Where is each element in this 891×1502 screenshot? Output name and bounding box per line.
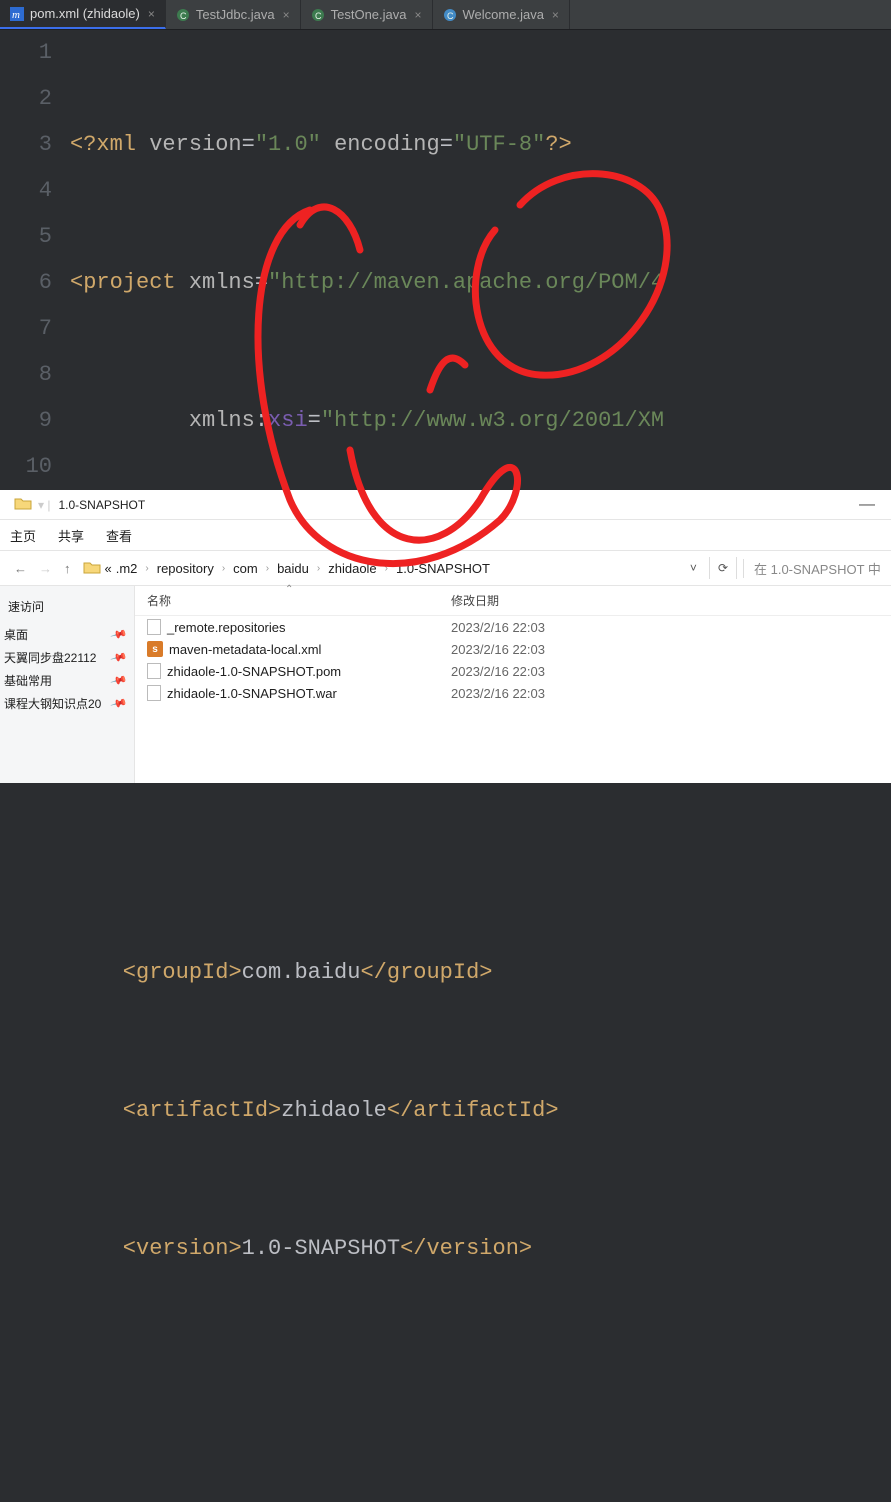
java-class-icon: C (311, 8, 325, 22)
sidebar-item-course[interactable]: 课程大钢知识点20📌 (0, 692, 134, 715)
xml-file-icon: s (147, 641, 163, 657)
explorer-body: 速访问 桌面📌 天翼同步盘22112📌 基础常用📌 课程大钢知识点20📌 ⌃ 名… (0, 586, 891, 783)
close-icon[interactable]: × (552, 8, 559, 22)
file-explorer-window: ▾ | 1.0-SNAPSHOT — 主页 共享 查看 ← → ↑ « .m2 ›… (0, 490, 891, 783)
tab-pom-xml[interactable]: m pom.xml (zhidaole) × (0, 0, 166, 29)
search-input[interactable]: 在 1.0-SNAPSHOT 中 (743, 559, 883, 578)
file-name: maven-metadata-local.xml (169, 642, 321, 657)
file-row[interactable]: zhidaole-1.0-SNAPSHOT.pom 2023/2/16 22:0… (135, 660, 891, 682)
explorer-navbar: ← → ↑ « .m2 › repository › com › baidu › zhi… (0, 550, 891, 586)
explorer-menubar: 主页 共享 查看 (0, 520, 891, 550)
pin-icon: 📌 (110, 648, 128, 666)
sidebar-item-cloud[interactable]: 天翼同步盘22112📌 (0, 646, 134, 669)
sidebar-item-basic[interactable]: 基础常用📌 (0, 669, 134, 692)
file-date: 2023/2/16 22:03 (451, 642, 545, 657)
chevron-right-icon: › (222, 563, 225, 574)
folder-icon (14, 496, 32, 513)
ide-editor-pane: m pom.xml (zhidaole) × C TestJdbc.java ×… (0, 0, 891, 490)
refresh-button[interactable]: ⟳ (709, 557, 737, 579)
svg-text:C: C (315, 11, 322, 21)
tab-welcome[interactable]: C Welcome.java × (433, 0, 570, 29)
tab-testone[interactable]: C TestOne.java × (301, 0, 433, 29)
sidebar-quick-access[interactable]: 速访问 (0, 596, 134, 623)
chevron-right-icon: › (266, 563, 269, 574)
crumb-dots[interactable]: « (105, 561, 112, 576)
back-button[interactable]: ← (8, 561, 33, 576)
crumb-com[interactable]: com (233, 561, 258, 576)
explorer-titlebar: ▾ | 1.0-SNAPSHOT — (0, 490, 891, 520)
file-date: 2023/2/16 22:03 (451, 686, 545, 701)
file-row[interactable]: zhidaole-1.0-SNAPSHOT.war 2023/2/16 22:0… (135, 682, 891, 704)
crumb-zhidaole[interactable]: zhidaole (328, 561, 376, 576)
crumb-repository[interactable]: repository (157, 561, 214, 576)
file-icon (147, 663, 161, 679)
close-icon[interactable]: × (148, 7, 155, 21)
tab-testjdbc[interactable]: C TestJdbc.java × (166, 0, 301, 29)
pin-icon: 📌 (110, 625, 128, 643)
editor-tabs: m pom.xml (zhidaole) × C TestJdbc.java ×… (0, 0, 891, 30)
crumb-m2[interactable]: .m2 (116, 561, 138, 576)
svg-text:m: m (12, 9, 20, 21)
sidebar-item-desktop[interactable]: 桌面📌 (0, 623, 134, 646)
close-icon[interactable]: × (283, 8, 290, 22)
java-class-icon: C (443, 8, 457, 22)
column-header-date[interactable]: 修改日期 (451, 592, 499, 609)
file-name: zhidaole-1.0-SNAPSHOT.war (167, 686, 337, 701)
chevron-right-icon: › (145, 563, 148, 574)
svg-text:C: C (447, 11, 454, 21)
breadcrumb[interactable]: « .m2 › repository › com › baidu › zhidaole ›… (83, 560, 684, 577)
file-list-header: ⌃ 名称 修改日期 (135, 586, 891, 616)
forward-button[interactable]: → (33, 561, 58, 576)
crumb-snapshot[interactable]: 1.0-SNAPSHOT (396, 561, 490, 576)
file-list-area: ⌃ 名称 修改日期 _remote.repositories 2023/2/16… (135, 586, 891, 783)
sort-indicator-icon: ⌃ (285, 584, 293, 595)
menu-view[interactable]: 查看 (106, 526, 132, 545)
file-icon (147, 619, 161, 635)
file-name: _remote.repositories (167, 620, 286, 635)
minimize-button[interactable]: — (851, 496, 883, 514)
chevron-right-icon: › (317, 563, 320, 574)
svg-text:C: C (180, 11, 187, 21)
maven-icon: m (10, 7, 24, 21)
tab-label: TestJdbc.java (196, 7, 275, 22)
file-row[interactable]: _remote.repositories 2023/2/16 22:03 (135, 616, 891, 638)
menu-share[interactable]: 共享 (58, 526, 84, 545)
explorer-sidebar: 速访问 桌面📌 天翼同步盘22112📌 基础常用📌 课程大钢知识点20📌 (0, 586, 135, 783)
tab-label: TestOne.java (331, 7, 407, 22)
window-title: 1.0-SNAPSHOT (58, 498, 145, 512)
file-icon (147, 685, 161, 701)
file-name: zhidaole-1.0-SNAPSHOT.pom (167, 664, 341, 679)
pin-icon: 📌 (110, 694, 128, 712)
close-icon[interactable]: × (415, 8, 422, 22)
menu-home[interactable]: 主页 (10, 526, 36, 545)
chevron-right-icon: › (385, 563, 388, 574)
tab-label: pom.xml (zhidaole) (30, 6, 140, 21)
pin-icon: 📌 (110, 671, 128, 689)
crumb-baidu[interactable]: baidu (277, 561, 309, 576)
file-row[interactable]: s maven-metadata-local.xml 2023/2/16 22:0… (135, 638, 891, 660)
up-button[interactable]: ↑ (58, 561, 77, 576)
folder-icon (83, 560, 101, 577)
file-date: 2023/2/16 22:03 (451, 664, 545, 679)
java-class-icon: C (176, 8, 190, 22)
tab-label: Welcome.java (463, 7, 544, 22)
chevron-down-icon[interactable]: ˅ (684, 561, 703, 575)
file-date: 2023/2/16 22:03 (451, 620, 545, 635)
divider-icon: ▾ | (38, 498, 50, 512)
